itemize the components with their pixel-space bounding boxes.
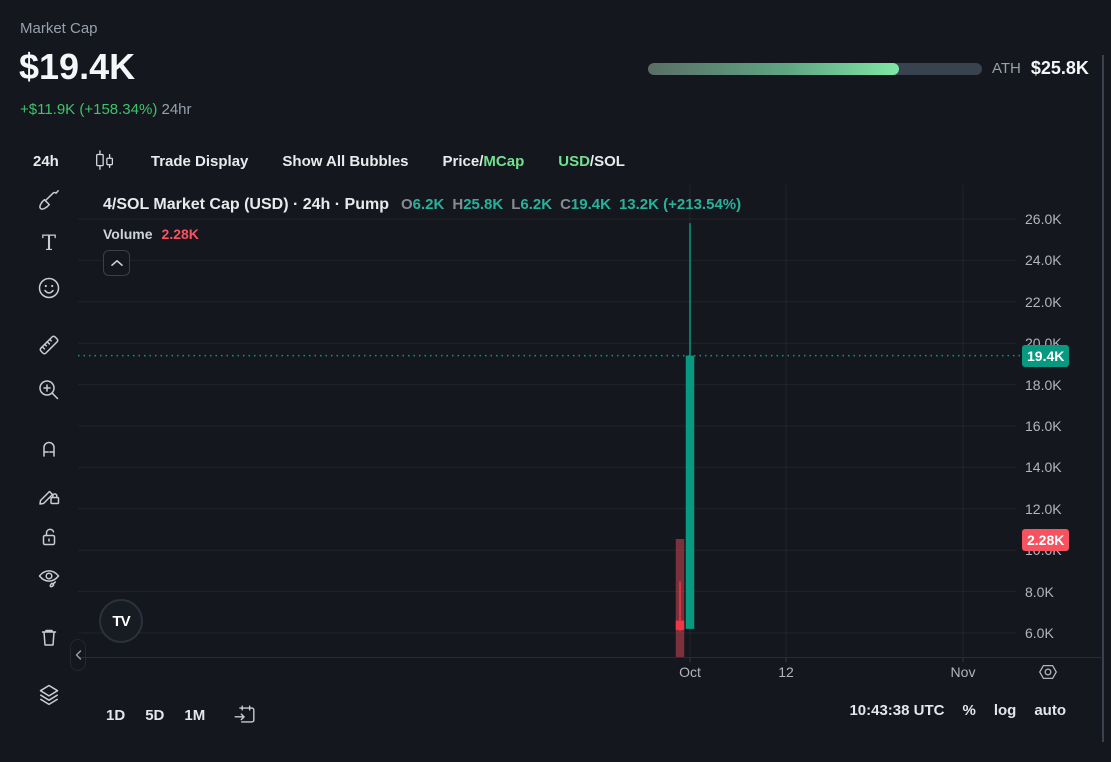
close-value: C19.4K — [560, 196, 611, 213]
token-chart-page: Market Cap $19.4K +$11.9K (+158.34%) 24h… — [0, 0, 1111, 762]
unlock-tool-button[interactable] — [27, 517, 71, 557]
market-cap-label: Market Cap — [20, 20, 98, 37]
chart-title: 4/SOL Market Cap (USD) · 24h · Pump — [103, 196, 389, 214]
timezone-button[interactable]: 10:43:38 UTC — [849, 702, 944, 719]
tab-trade-display[interactable]: Trade Display — [151, 153, 249, 170]
volume-legend: Volume 2.28K — [103, 226, 199, 242]
magnet-icon — [35, 434, 63, 462]
sol-option: SOL — [594, 153, 625, 170]
delete-tool-button[interactable] — [27, 617, 71, 657]
tabs-row: 24h Trade Display Show All Bubbles Price… — [33, 147, 625, 175]
magnet-tool-button[interactable] — [27, 428, 71, 468]
toggle-price-mcap[interactable]: Price/MCap — [443, 153, 525, 170]
change-value: 13.2K (+213.54%) — [619, 196, 741, 213]
ruler-icon — [35, 331, 63, 359]
legend-collapse-button[interactable] — [103, 250, 130, 276]
tab-show-all-bubbles[interactable]: Show All Bubbles — [282, 153, 408, 170]
market-cap-value: $19.4K — [19, 46, 135, 88]
volume-badge: 2.28K — [1022, 529, 1069, 551]
ath-label: ATH — [992, 60, 1021, 77]
toggle-usd-sol[interactable]: USD/SOL — [558, 153, 625, 170]
zoom-in-icon — [35, 376, 63, 404]
price-option: Price — [443, 153, 480, 170]
range-5d-button[interactable]: 5D — [140, 705, 169, 726]
range-1d-button[interactable]: 1D — [101, 705, 130, 726]
unlock-icon — [35, 523, 63, 551]
scroll-indicator — [1102, 55, 1104, 742]
hide-drawings-tool-button[interactable] — [27, 558, 71, 598]
chart-plot-area[interactable] — [78, 185, 1016, 658]
mcap-option: MCap — [483, 153, 524, 170]
measure-tool-button[interactable] — [27, 325, 71, 365]
tradingview-logo-text: TV — [112, 613, 129, 630]
ath-value: $25.8K — [1031, 58, 1089, 79]
last-price-badge: 19.4K — [1022, 345, 1069, 367]
emoji-icon — [35, 274, 63, 302]
market-cap-change: +$11.9K (+158.34%) 24hr — [20, 101, 192, 118]
high-value: H25.8K — [452, 196, 503, 213]
calendar-icon — [232, 702, 258, 728]
scale-toolbar: 10:43:38 UTC % log auto — [849, 702, 1066, 719]
text-tool-button[interactable]: T — [27, 223, 71, 263]
candlestick-icon — [93, 147, 117, 175]
hide-drawings-icon — [35, 564, 63, 592]
range-1m-button[interactable]: 1M — [179, 705, 210, 726]
trash-icon — [35, 623, 63, 651]
object-tree-tool-button[interactable] — [27, 675, 71, 715]
edit-lock-icon — [35, 481, 63, 509]
goto-date-button[interactable] — [232, 702, 258, 728]
volume-label: Volume — [103, 226, 153, 242]
range-toolbar: 1D 5D 1M — [101, 702, 258, 728]
layers-icon — [35, 681, 63, 709]
low-value: L6.2K — [511, 196, 552, 213]
tradingview-logo[interactable]: TV — [99, 599, 143, 643]
chart-legend: 4/SOL Market Cap (USD) · 24h · Pump O6.2… — [103, 196, 741, 214]
text-icon: T — [35, 229, 63, 257]
ath-progress-bar — [648, 63, 982, 75]
time-axis-settings-button[interactable] — [1036, 660, 1060, 684]
chevron-up-icon — [110, 259, 124, 267]
interval-24h-button[interactable]: 24h — [33, 153, 59, 170]
lock-drawings-tool-button[interactable] — [27, 475, 71, 515]
time-axis[interactable] — [78, 658, 1016, 690]
percent-scale-button[interactable]: % — [962, 702, 975, 719]
ohlc-values: O6.2K H25.8K L6.2K C19.4K 13.2K (+213.54… — [401, 196, 741, 213]
brush-icon — [35, 186, 63, 214]
change-period: 24hr — [162, 101, 192, 118]
svg-text:T: T — [42, 231, 56, 255]
chart-style-button[interactable] — [93, 147, 117, 175]
range-buttons: 1D 5D 1M — [101, 705, 210, 726]
axis-settings-icon — [1037, 661, 1059, 683]
price-scale[interactable] — [1016, 185, 1104, 658]
zoom-in-tool-button[interactable] — [27, 370, 71, 410]
usd-option: USD — [558, 153, 590, 170]
ath-progress-row: ATH $25.8K — [648, 58, 1098, 79]
draw-tool-button[interactable] — [27, 180, 71, 220]
auto-scale-button[interactable]: auto — [1034, 702, 1066, 719]
volume-value: 2.28K — [162, 226, 199, 242]
log-scale-button[interactable]: log — [994, 702, 1017, 719]
change-amount: +$11.9K (+158.34%) — [20, 101, 157, 118]
open-value: O6.2K — [401, 196, 444, 213]
ath-progress-fill — [648, 63, 899, 75]
emoji-tool-button[interactable] — [27, 268, 71, 308]
